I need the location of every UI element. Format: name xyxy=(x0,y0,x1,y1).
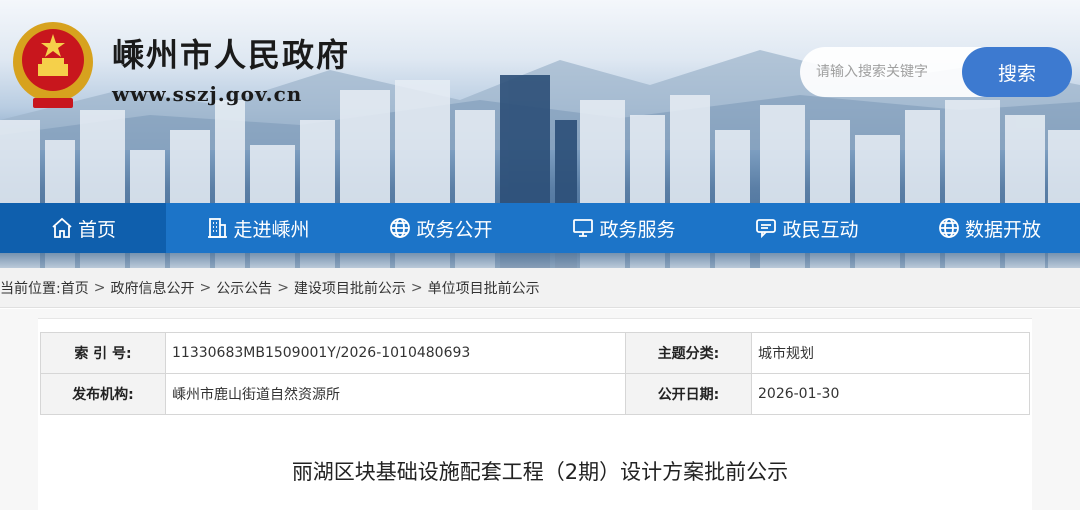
globe-icon xyxy=(390,218,411,238)
breadcrumb-item-gov-info[interactable]: 政府信息公开 xyxy=(110,278,194,298)
article-title: 丽湖区块基础设施配套工程（2期）设计方案批前公示 xyxy=(291,460,789,484)
nav-item-label: 政务公开 xyxy=(416,218,493,241)
nav-item-about[interactable]: 走进嵊州 xyxy=(166,203,349,253)
document-info-table: 索 引 号: 11330683MB1509001Y/2026-101048069… xyxy=(40,332,1030,415)
breadcrumb-item-home[interactable]: 首页 xyxy=(61,278,89,298)
date-label: 公开日期: xyxy=(625,373,752,415)
breadcrumb-separator: > xyxy=(277,279,289,296)
breadcrumb-item-notices[interactable]: 公示公告 xyxy=(216,278,272,298)
category-label: 主题分类: xyxy=(625,332,752,374)
breadcrumb-separator: > xyxy=(93,279,106,296)
search-button[interactable]: 搜索 xyxy=(962,47,1072,97)
nav-shadow xyxy=(0,253,1080,268)
site-title: 嵊州市人民政府 xyxy=(112,36,351,74)
publisher-label: 发布机构: xyxy=(40,373,166,415)
nav-item-label: 数据开放 xyxy=(964,218,1041,241)
breadcrumb-item-construction[interactable]: 建设项目批前公示 xyxy=(294,278,406,298)
nav-item-label: 政民互动 xyxy=(782,218,859,241)
table-row: 索 引 号: 11330683MB1509001Y/2026-101048069… xyxy=(40,332,1030,374)
globe-icon xyxy=(939,218,959,238)
search-bar: 搜索 xyxy=(800,47,1072,97)
national-emblem-icon xyxy=(13,22,93,108)
date-value: 2026-01-30 xyxy=(751,373,1030,415)
breadcrumb-prefix: 当前位置: xyxy=(0,280,61,297)
monitor-icon xyxy=(573,219,594,237)
nav-item-label: 政务服务 xyxy=(599,218,676,241)
nav-item-interaction[interactable]: 政民互动 xyxy=(715,203,898,253)
breadcrumb-separator: > xyxy=(199,279,212,296)
site-url: www.sszj.gov.cn xyxy=(112,82,303,106)
table-row: 发布机构: 嵊州市鹿山街道自然资源所 公开日期: 2026-01-30 xyxy=(40,373,1030,415)
breadcrumb: 当前位置: 首页 > 政府信息公开 > 公示公告 > 建设项目批前公示 > 单位… xyxy=(0,268,1080,308)
nav-item-home[interactable]: 首页 xyxy=(0,203,166,253)
breadcrumb-separator: > xyxy=(410,279,423,296)
nav-item-open-data[interactable]: 数据开放 xyxy=(898,203,1080,253)
home-icon xyxy=(52,217,72,238)
chat-icon xyxy=(756,219,777,239)
nav-item-label: 首页 xyxy=(77,218,116,241)
nav-item-label: 走进嵊州 xyxy=(233,218,310,241)
nav-item-gov-service[interactable]: 政务服务 xyxy=(532,203,715,253)
nav-item-gov-info[interactable]: 政务公开 xyxy=(349,203,532,253)
publisher-value: 嵊州市鹿山街道自然资源所 xyxy=(165,373,626,415)
category-value: 城市规划 xyxy=(751,332,1030,374)
building-icon xyxy=(208,218,228,238)
index-value: 11330683MB1509001Y/2026-1010480693 xyxy=(165,332,626,374)
breadcrumb-item-unit-projects[interactable]: 单位项目批前公示 xyxy=(428,278,540,298)
index-label: 索 引 号: xyxy=(40,332,166,374)
main-nav: 首页 走进嵊州 政务公开 政务服务 政民互动 数据开放 xyxy=(0,203,1080,253)
